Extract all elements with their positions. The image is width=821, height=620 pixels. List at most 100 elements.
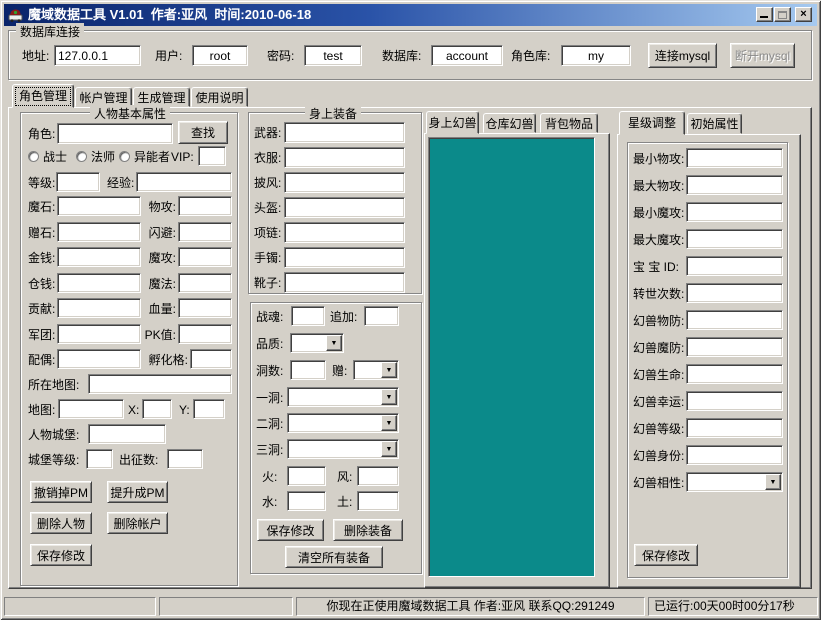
stat-input[interactable] [178,222,232,242]
close-button[interactable]: × [795,7,812,22]
stat-input[interactable] [190,349,232,369]
level-input[interactable] [56,172,100,192]
slot-input[interactable] [284,122,405,143]
gift-combo[interactable]: ▼ [353,360,399,380]
password-input[interactable] [304,45,362,66]
delete-account-button[interactable]: 删除帐户 [107,512,168,534]
stat-input[interactable] [178,196,232,216]
vip-input[interactable] [198,146,226,166]
database-input[interactable] [431,45,503,66]
star-field-input[interactable] [686,310,783,330]
slot-input[interactable] [284,172,405,193]
chevron-down-icon[interactable]: ▼ [381,441,397,457]
delete-character-button[interactable]: 删除人物 [30,512,92,534]
star-field-input[interactable] [686,445,783,465]
hole2-combo[interactable]: ▼ [287,413,399,433]
fire-input[interactable] [287,466,326,486]
star-field-input[interactable] [686,256,783,276]
soul-input[interactable] [291,306,325,326]
stat-input[interactable] [57,273,141,293]
wind-input[interactable] [357,466,399,486]
delete-equipment-button[interactable]: 删除装备 [333,519,403,541]
stat-input[interactable] [178,324,232,344]
star-field-input[interactable] [686,229,783,249]
x-input[interactable] [142,399,172,419]
quality-combo[interactable]: ▼ [290,333,344,353]
disconnect-mysql-button[interactable]: 断开mysql [730,43,795,68]
expedition-input[interactable] [167,449,203,469]
tab-usage-help[interactable]: 使用说明 [191,87,248,107]
y-input[interactable] [193,399,225,419]
radio-mage[interactable] [76,151,87,162]
tab-bag-items[interactable]: 背包物品 [540,113,598,133]
hole3-combo[interactable]: ▼ [287,439,399,459]
stat-input[interactable] [57,222,141,242]
append-input[interactable] [364,306,399,326]
map-input[interactable] [58,399,124,419]
star-field-input[interactable] [686,202,783,222]
slot-input[interactable] [284,197,405,218]
x-label: X: [128,403,139,417]
holes-input[interactable] [290,360,326,380]
slot-input[interactable] [284,247,405,268]
save-star-button[interactable]: 保存修改 [634,544,698,566]
chevron-down-icon[interactable]: ▼ [381,415,397,431]
tab-generate-management[interactable]: 生成管理 [133,87,190,107]
chevron-down-icon[interactable]: ▼ [381,389,397,405]
radio-esper[interactable] [119,151,130,162]
stat-input[interactable] [178,273,232,293]
star-field-input[interactable] [686,391,783,411]
tab-warehouse-pets[interactable]: 仓库幻兽 [483,113,536,133]
hole1-combo[interactable]: ▼ [287,387,399,407]
save-equipment-button[interactable]: 保存修改 [257,519,324,541]
star-field-input[interactable] [686,175,783,195]
slot-input[interactable] [284,147,405,168]
connect-mysql-button[interactable]: 连接mysql [648,43,717,68]
stat-input[interactable] [57,298,141,318]
stat-input[interactable] [57,324,141,344]
promote-pm-button[interactable]: 提升成PM [107,481,168,503]
star-field-input[interactable] [686,337,783,357]
maximize-button[interactable] [774,7,791,22]
star-field-input[interactable] [686,418,783,438]
chevron-down-icon[interactable]: ▼ [326,335,342,351]
minimize-button[interactable] [756,7,773,22]
tab-account-management[interactable]: 帐户管理 [75,87,132,107]
tab-initial-attributes[interactable]: 初始属性 [687,113,742,134]
castle-input[interactable] [88,424,166,444]
user-input[interactable] [192,45,248,66]
stat-input[interactable] [57,196,141,216]
radio-warrior[interactable] [28,151,39,162]
tab-star-adjust[interactable]: 星级调整 [619,111,685,135]
star-field-label: 最大魔攻: [633,233,684,247]
slot-input[interactable] [284,272,405,293]
pet-affinity-combo[interactable]: ▼ [686,472,783,492]
find-button[interactable]: 查找 [178,121,228,144]
stat-input[interactable] [178,247,232,267]
role-input[interactable] [57,123,173,144]
address-input[interactable] [54,45,141,66]
tab-role-management[interactable]: 角色管理 [12,84,74,108]
stat-input[interactable] [178,298,232,318]
star-field-input[interactable] [686,364,783,384]
pet-listbox[interactable] [428,137,595,577]
save-character-button[interactable]: 保存修改 [30,544,92,566]
water-input[interactable] [287,491,326,511]
title-bar[interactable]: 魔域数据工具 V1.01 作者:亚风 时间:2010-06-18 × [4,4,817,26]
star-field-label: 幻兽身份: [633,449,684,463]
chevron-down-icon[interactable]: ▼ [381,362,397,378]
earth-input[interactable] [357,491,399,511]
stat-input[interactable] [57,247,141,267]
chevron-down-icon[interactable]: ▼ [765,474,781,490]
star-field-input[interactable] [686,283,783,303]
tab-body-pets[interactable]: 身上幻兽 [426,111,479,134]
exp-input[interactable] [136,172,232,192]
slot-input[interactable] [284,222,405,243]
stat-input[interactable] [57,349,141,369]
castle-level-input[interactable] [86,449,113,469]
clear-all-equipment-button[interactable]: 清空所有装备 [285,546,383,568]
star-field-input[interactable] [686,148,783,168]
roledb-input[interactable] [561,45,631,66]
current-map-input[interactable] [88,374,232,394]
demote-pm-button[interactable]: 撤销掉PM [30,481,92,503]
